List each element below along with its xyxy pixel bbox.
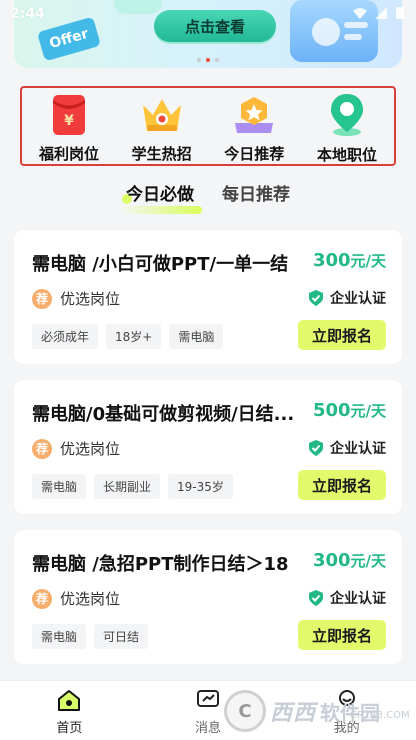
tab-daily-recommend[interactable]: 每日推荐 [222,180,290,216]
salary-amount: 300 [312,250,351,271]
job-chip: 必须成年 [32,324,99,349]
recommend-badge: 荐 [32,288,52,309]
verified-shield-icon [309,290,323,306]
carousel-dot-active [206,58,210,62]
salary-amount: 500 [312,400,351,421]
job-chip: 需电脑 [32,624,87,649]
category-welfare-jobs[interactable]: ¥ 福利岗位 [28,92,110,164]
job-tag-row: 荐 优选岗位 [32,438,120,459]
nav-home[interactable]: 首页 [0,681,139,740]
wifi-icon [353,8,367,19]
category-student-hot[interactable]: 学生热招 [121,92,203,164]
offer-tag: Offer [36,16,102,62]
job-title: 需电脑 /急招PPT制作日结＞18 [32,554,289,575]
job-card[interactable]: 需电脑 /小白可做PPT/一单一结 300元/天 荐 优选岗位 企业认证 必须成… [14,230,402,364]
home-icon [55,687,83,713]
crown-icon [139,92,185,137]
enterprise-verified: 企业认证 [307,588,386,608]
recommend-badge: 荐 [32,438,52,459]
category-label: 福利岗位 [38,145,99,163]
enterprise-verified: 企业认证 [307,288,386,308]
job-chip: 需电脑 [32,474,87,499]
job-salary: 500元/天 [313,400,386,421]
tab-today-must-do[interactable]: 今日必做 [120,180,202,216]
verified-shield-icon [309,590,323,606]
apply-button[interactable]: 立即报名 [298,470,386,500]
job-chips: 需电脑 可日结 [32,624,149,649]
battery-icon [396,7,404,19]
category-today-recommend[interactable]: 今日推荐 [213,92,295,164]
star-badge-icon [231,92,277,137]
banner-cta-button[interactable]: 点击查看 [154,10,276,42]
recommend-badge: 荐 [32,588,52,609]
job-chip: 18岁+ [106,324,162,349]
tab-label: 每日推荐 [222,185,290,205]
enterprise-verified: 企业认证 [307,438,386,458]
banner-decoration [114,0,162,14]
job-salary: 300元/天 [313,550,386,571]
job-title: 需电脑/0基础可做剪视频/日结... [32,404,295,425]
job-card[interactable]: 需电脑 /急招PPT制作日结＞18 300元/天 荐 优选岗位 企业认证 需电脑… [14,530,402,664]
watermark-text: 西西 [270,701,317,726]
status-icons [352,6,408,20]
watermark-logo-icon: C [224,690,266,732]
category-local-jobs[interactable]: 本地职位 [306,92,388,164]
red-envelope-icon: ¥ [46,92,92,137]
job-chips: 需电脑 长期副业 19-35岁 [32,474,233,499]
watermark-sub: CR173.COM [350,710,410,721]
carousel-dot [197,58,201,62]
category-label: 学生热招 [131,145,192,163]
job-tag: 优选岗位 [60,440,121,458]
category-grid: ¥ 福利岗位 学生热招 今日推荐 本地职位 [20,86,396,166]
salary-unit: 元/天 [350,402,386,420]
nav-label: 消息 [195,721,222,736]
salary-unit: 元/天 [350,552,386,570]
tab-underline [120,206,202,214]
feed-tabs: 今日必做 每日推荐 [0,180,416,216]
job-chip: 需电脑 [169,324,224,349]
job-salary: 300元/天 [313,250,386,271]
job-card[interactable]: 需电脑/0基础可做剪视频/日结... 500元/天 荐 优选岗位 企业认证 需电… [14,380,402,514]
verify-label: 企业认证 [330,591,386,607]
svg-text:¥: ¥ [64,113,74,129]
tab-label: 今日必做 [126,185,194,205]
apply-button[interactable]: 立即报名 [298,620,386,650]
category-label: 今日推荐 [224,145,285,163]
status-time: 2:44 [10,6,45,22]
job-tag: 优选岗位 [60,590,121,608]
job-chip: 19-35岁 [168,474,233,499]
job-tag-row: 荐 优选岗位 [32,288,120,309]
carousel-dot [215,58,219,62]
signal-icon [375,7,387,19]
verify-label: 企业认证 [330,291,386,307]
apply-button[interactable]: 立即报名 [298,320,386,350]
nav-label: 首页 [56,721,83,736]
job-chip: 长期副业 [94,474,161,499]
job-chips: 必须成年 18岁+ 需电脑 [32,324,224,349]
job-chip: 可日结 [94,624,149,649]
salary-amount: 300 [312,550,351,571]
category-label: 本地职位 [316,146,377,164]
verify-label: 企业认证 [330,441,386,457]
watermark: C 西西 软件园 CR173.COM [224,688,410,734]
carousel-dots [0,58,416,62]
location-pin-icon [324,92,370,138]
salary-unit: 元/天 [350,252,386,270]
job-tag: 优选岗位 [60,290,121,308]
message-icon [194,687,222,713]
job-tag-row: 荐 优选岗位 [32,588,120,609]
job-title: 需电脑 /小白可做PPT/一单一结 [32,254,289,275]
verified-shield-icon [309,440,323,456]
